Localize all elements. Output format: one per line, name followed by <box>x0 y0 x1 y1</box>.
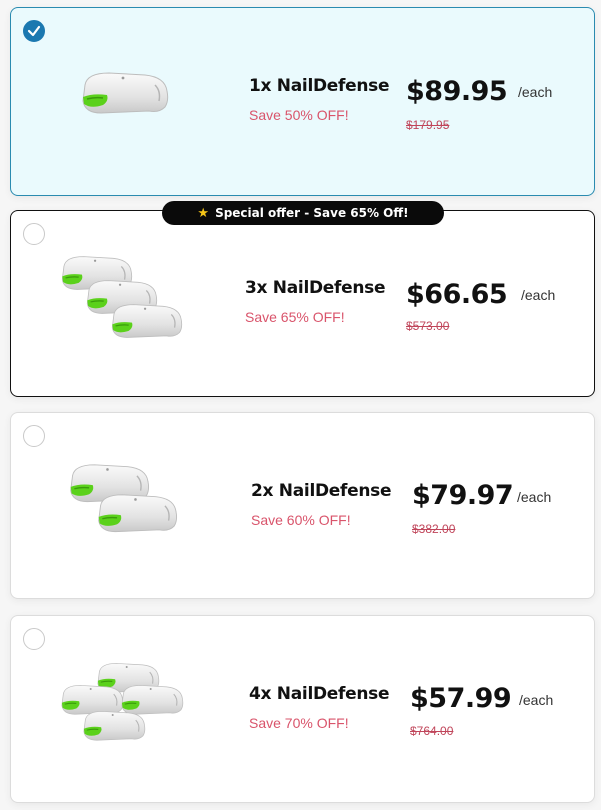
special-offer-badge: ★ Special offer - Save 65% Off! <box>162 201 444 225</box>
offer-radio[interactable] <box>23 223 45 245</box>
offer-radio[interactable] <box>23 628 45 650</box>
offer-price: $66.65 <box>406 279 508 310</box>
offer-name: 4x NailDefense <box>249 684 390 704</box>
original-price: $382.00 <box>412 522 456 536</box>
price-unit: /each <box>519 692 554 708</box>
offer-radio[interactable] <box>23 425 45 447</box>
offer-name: 1x NailDefense <box>249 76 390 96</box>
product-image <box>61 256 183 339</box>
product-image <box>82 72 169 114</box>
offer-name: 3x NailDefense <box>245 278 386 298</box>
star-icon: ★ <box>197 205 210 221</box>
price-unit: /each <box>518 84 553 100</box>
price-unit: /each <box>521 287 556 303</box>
offer-card-4x[interactable]: 4x NailDefense Save 70% OFF! $57.99 /eac… <box>10 615 595 803</box>
badge-text: Special offer - Save 65% Off! <box>215 206 409 220</box>
offer-discount: Save 50% OFF! <box>249 107 349 123</box>
original-price: $764.00 <box>410 724 454 738</box>
offer-name: 2x NailDefense <box>251 481 392 501</box>
offer-discount: Save 65% OFF! <box>245 309 345 325</box>
offer-card-3x[interactable]: 3x NailDefense Save 65% OFF! $66.65 /eac… <box>10 210 595 397</box>
offer-card-2x[interactable]: 2x NailDefense Save 60% OFF! $79.97 /eac… <box>10 412 595 599</box>
offer-discount: Save 70% OFF! <box>249 715 349 731</box>
product-image <box>69 464 178 533</box>
original-price: $573.00 <box>406 319 450 333</box>
offer-price: $57.99 <box>410 683 512 714</box>
offer-card-1x[interactable]: 1x NailDefense Save 50% OFF! $89.95 /eac… <box>10 7 595 196</box>
offer-discount: Save 60% OFF! <box>251 512 351 528</box>
original-price: $179.95 <box>406 118 450 132</box>
price-unit: /each <box>517 489 552 505</box>
checkmark-icon[interactable] <box>23 20 45 42</box>
product-image <box>61 662 184 741</box>
offer-price: $89.95 <box>406 76 508 107</box>
offer-price: $79.97 <box>412 480 514 511</box>
